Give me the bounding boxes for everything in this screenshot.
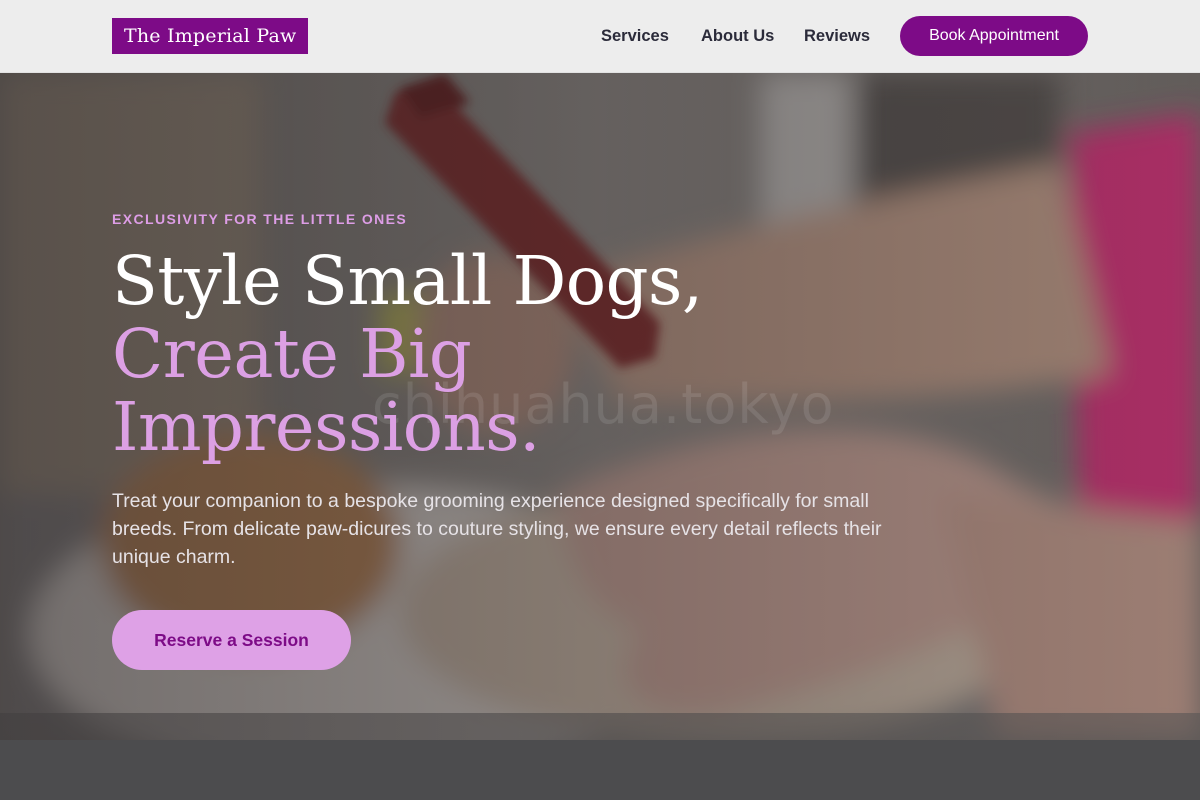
hero-section: chihuahua.tokyo EXCLUSIVITY FOR THE LITT… xyxy=(0,73,1200,740)
hero-headline: Style Small Dogs, Create Big Impressions… xyxy=(112,245,703,464)
hero-eyebrow: EXCLUSIVITY FOR THE LITTLE ONES xyxy=(112,211,408,227)
book-appointment-button[interactable]: Book Appointment xyxy=(900,16,1088,56)
next-section-preview xyxy=(0,740,1200,800)
hero-description: Treat your companion to a bespoke groomi… xyxy=(112,490,882,568)
headline-line-2: Create Big xyxy=(112,315,472,393)
nav-link-reviews[interactable]: Reviews xyxy=(804,26,870,46)
nav-link-about-us[interactable]: About Us xyxy=(701,26,774,46)
reserve-session-button[interactable]: Reserve a Session xyxy=(112,610,351,670)
brand-logo[interactable]: The Imperial Paw xyxy=(112,18,309,54)
nav-link-services[interactable]: Services xyxy=(601,26,669,46)
headline-line-1: Style Small Dogs, xyxy=(112,242,703,320)
site-header: The Imperial Paw Services About Us Revie… xyxy=(0,0,1200,73)
headline-line-3: Impressions. xyxy=(112,388,540,466)
